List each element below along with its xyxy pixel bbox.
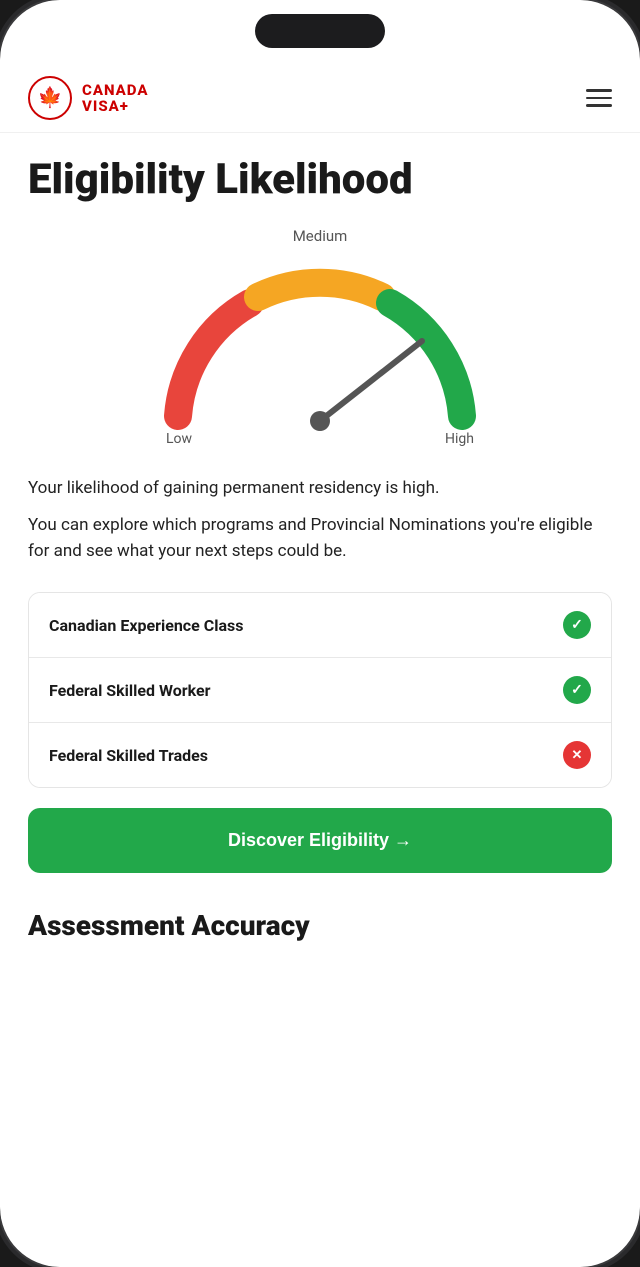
gauge-svg bbox=[150, 251, 490, 441]
program-name-fsw: Federal Skilled Worker bbox=[49, 681, 211, 700]
program-item-fsw: Federal Skilled Worker bbox=[29, 658, 611, 723]
logo-icon: 🍁 bbox=[28, 76, 72, 120]
program-item-cec: Canadian Experience Class bbox=[29, 593, 611, 658]
main-content: Eligibility Likelihood Medium bbox=[0, 133, 640, 970]
description-line2: You can explore which programs and Provi… bbox=[28, 512, 612, 565]
status-check-fsw bbox=[563, 676, 591, 704]
phone-frame: 🍁 CANADA VISA+ Eligibility Likelihood bbox=[0, 0, 640, 1267]
status-cross-fst bbox=[563, 741, 591, 769]
hamburger-line-2 bbox=[586, 97, 612, 100]
hamburger-line-1 bbox=[586, 89, 612, 92]
hamburger-menu-button[interactable] bbox=[586, 89, 612, 107]
svg-text:🍁: 🍁 bbox=[38, 85, 63, 109]
phone-screen: 🍁 CANADA VISA+ Eligibility Likelihood bbox=[0, 0, 640, 1267]
assessment-title: Assessment Accuracy bbox=[28, 909, 612, 942]
assessment-section: Assessment Accuracy bbox=[28, 901, 612, 946]
description-line1: Your likelihood of gaining permanent res… bbox=[28, 475, 612, 501]
logo-visa-plus: VISA+ bbox=[82, 98, 149, 115]
gauge-container: Medium bbox=[28, 227, 612, 447]
logo-text: CANADA VISA+ bbox=[82, 82, 149, 115]
cta-label: Discover Eligibility → bbox=[228, 830, 412, 851]
program-item-fst: Federal Skilled Trades bbox=[29, 723, 611, 787]
discover-eligibility-button[interactable]: Discover Eligibility → bbox=[28, 808, 612, 873]
logo-area: 🍁 CANADA VISA+ bbox=[28, 76, 149, 120]
logo-canada: CANADA bbox=[82, 82, 149, 99]
program-name-fst: Federal Skilled Trades bbox=[49, 746, 208, 765]
screen-content: 🍁 CANADA VISA+ Eligibility Likelihood bbox=[0, 0, 640, 1267]
status-check-cec bbox=[563, 611, 591, 639]
program-name-cec: Canadian Experience Class bbox=[49, 616, 243, 635]
app-header: 🍁 CANADA VISA+ bbox=[0, 60, 640, 133]
hamburger-line-3 bbox=[586, 104, 612, 107]
gauge-label-medium: Medium bbox=[293, 227, 348, 245]
page-title: Eligibility Likelihood bbox=[28, 157, 612, 203]
program-list: Canadian Experience Class Federal Skille… bbox=[28, 592, 612, 788]
dynamic-island bbox=[255, 14, 385, 48]
